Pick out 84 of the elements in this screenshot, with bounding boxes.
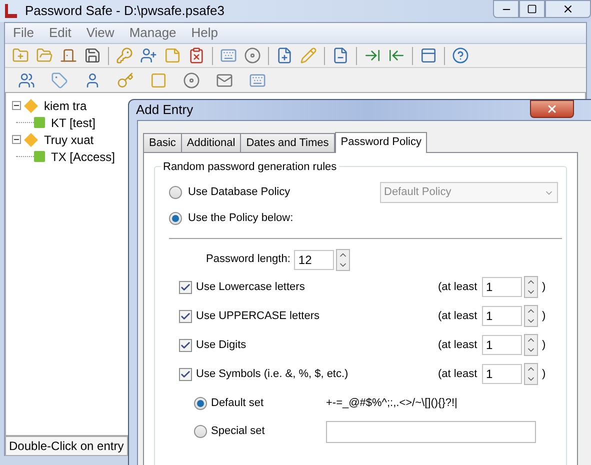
at-least-label: (at least (438, 338, 478, 353)
closing-parenthesis: ) (542, 338, 546, 353)
save-icon[interactable] (84, 47, 101, 64)
number-field[interactable]: 1 (482, 364, 522, 384)
window-icon[interactable] (420, 47, 437, 64)
spin-buttons[interactable] (336, 248, 350, 270)
checkbox[interactable] (179, 338, 192, 352)
spin-buttons[interactable] (524, 363, 538, 385)
menu-item[interactable]: Edit (48, 23, 72, 43)
tab[interactable]: Dates and Times (240, 132, 335, 152)
door-icon[interactable] (60, 47, 77, 64)
checkbox[interactable] (179, 368, 192, 380)
dialog-close-button[interactable] (530, 100, 574, 118)
at-least-label: (at least (438, 366, 478, 382)
closing-parenthesis: ) (542, 366, 546, 382)
menu-item[interactable]: View (86, 23, 114, 43)
clipboard-delete-icon[interactable] (188, 47, 205, 64)
close-icon (546, 103, 558, 115)
spin-buttons[interactable] (524, 334, 538, 356)
number-field[interactable]: 1 (482, 277, 522, 297)
tab[interactable]: Additional (180, 132, 242, 152)
symbol-set-text: +-=_@#$%^;:,.<>/~\[](){}?!| (326, 396, 458, 411)
checkbox[interactable] (179, 310, 192, 322)
tab[interactable]: Basic (143, 132, 182, 152)
radio-label[interactable]: Use the Policy below: (188, 210, 294, 227)
number-field[interactable]: 12 (294, 250, 334, 270)
entry-icon (34, 151, 45, 162)
closing-parenthesis: ) (542, 308, 546, 324)
special-set-field[interactable] (326, 420, 536, 442)
checkbox-label[interactable]: Use Digits (196, 336, 438, 354)
menu-item[interactable]: Help (191, 23, 218, 43)
app-logo-icon (3, 3, 19, 19)
keyboard-icon[interactable] (220, 47, 237, 64)
window-title: Password Safe - D:\pwsafe.psafe3 (25, 2, 224, 20)
arrow-left-icon[interactable] (388, 47, 405, 64)
tree-item[interactable]: Truy xuat (44, 130, 94, 148)
radio-button[interactable] (194, 396, 207, 410)
radio-label[interactable]: Default set (211, 394, 326, 412)
number-field[interactable]: 1 (482, 335, 522, 355)
checkbox-label[interactable]: Use Symbols (i.e. &, %, $, etc.) (196, 366, 438, 382)
maximize-button[interactable] (519, 0, 545, 18)
users-icon[interactable] (18, 72, 35, 88)
spin-buttons[interactable] (524, 276, 538, 298)
maximize-icon (527, 4, 537, 14)
mail-icon[interactable] (216, 72, 233, 88)
user-icon[interactable] (84, 72, 101, 88)
tab[interactable]: Password Policy (334, 132, 428, 152)
collapse-toggle-icon[interactable] (12, 101, 21, 110)
checkbox[interactable] (179, 280, 192, 294)
help-icon[interactable] (452, 47, 469, 64)
collapse-toggle-icon[interactable] (12, 135, 21, 144)
field-label: Password length: (206, 252, 290, 268)
menu-item[interactable]: Manage (129, 23, 176, 43)
file-minus-icon[interactable] (332, 47, 349, 64)
status-text: Double-Click on entry (5, 436, 128, 456)
radio-label[interactable]: Special set (211, 423, 326, 440)
policy-dropdown: Default Policy (380, 182, 558, 203)
disc-icon[interactable] (244, 47, 261, 64)
radio-button[interactable] (169, 186, 182, 199)
group-icon (24, 132, 38, 146)
radio-button[interactable] (194, 425, 207, 438)
checkbox-label[interactable]: Use UPPERCASE letters (196, 308, 438, 324)
dialog-title: Add Entry (136, 101, 194, 119)
menu-item[interactable]: File (13, 23, 34, 43)
close-icon (562, 3, 574, 15)
tree-item[interactable]: TX [Access] (51, 148, 116, 166)
spin-buttons[interactable] (524, 305, 538, 327)
tree-item[interactable]: kiem tra (44, 96, 87, 114)
disc-icon[interactable] (183, 72, 200, 88)
arrow-right-icon[interactable] (364, 47, 381, 64)
closing-parenthesis: ) (542, 280, 546, 295)
number-field[interactable]: 1 (482, 306, 522, 326)
at-least-label: (at least (438, 308, 478, 324)
keyboard-icon[interactable] (249, 72, 266, 88)
at-least-label: (at least (438, 280, 478, 295)
file-plus-icon[interactable] (276, 47, 293, 64)
entry-icon (34, 117, 45, 128)
group-icon (24, 98, 38, 112)
radio-label[interactable]: Use Database Policy (188, 184, 368, 201)
checkbox-label[interactable]: Use Lowercase letters (196, 278, 438, 296)
radio-button[interactable] (169, 212, 182, 225)
tree-item[interactable]: KT [test] (51, 114, 96, 132)
user-icon[interactable] (140, 47, 157, 64)
close-button[interactable] (545, 0, 591, 18)
